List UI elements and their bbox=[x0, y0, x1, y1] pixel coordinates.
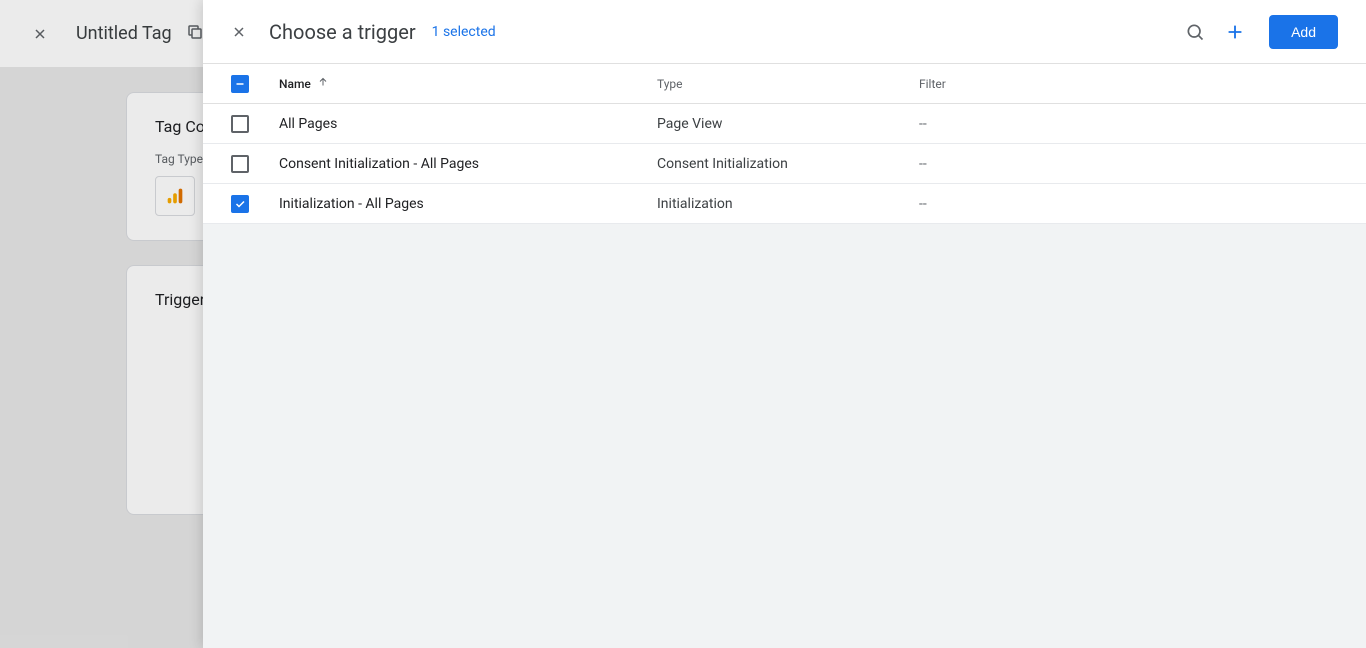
row-type: Consent Initialization bbox=[657, 156, 919, 172]
row-type: Page View bbox=[657, 116, 919, 132]
row-name: All Pages bbox=[279, 116, 657, 132]
choose-trigger-panel: Choose a trigger 1 selected Add Name Typ… bbox=[203, 0, 1366, 648]
selected-count: 1 selected bbox=[432, 24, 496, 40]
plus-icon[interactable] bbox=[1215, 12, 1255, 52]
column-filter-header[interactable]: Filter bbox=[919, 77, 1366, 91]
table-row[interactable]: Consent Initialization - All PagesConsen… bbox=[203, 144, 1366, 184]
table-row[interactable]: Initialization - All PagesInitialization… bbox=[203, 184, 1366, 224]
table-body: All PagesPage View--Consent Initializati… bbox=[203, 104, 1366, 224]
row-filter: -- bbox=[919, 116, 1366, 132]
row-name: Consent Initialization - All Pages bbox=[279, 156, 657, 172]
sort-arrow-up-icon bbox=[317, 76, 329, 91]
search-icon[interactable] bbox=[1175, 12, 1215, 52]
panel-header: Choose a trigger 1 selected Add bbox=[203, 0, 1366, 64]
table-header: Name Type Filter bbox=[203, 64, 1366, 104]
close-icon[interactable] bbox=[227, 20, 251, 44]
row-type: Initialization bbox=[657, 196, 919, 212]
row-name: Initialization - All Pages bbox=[279, 196, 657, 212]
row-checkbox[interactable] bbox=[231, 195, 249, 213]
select-all-checkbox[interactable] bbox=[231, 75, 249, 93]
add-button[interactable]: Add bbox=[1269, 15, 1338, 49]
table-row[interactable]: All PagesPage View-- bbox=[203, 104, 1366, 144]
panel-title: Choose a trigger bbox=[269, 20, 416, 44]
row-checkbox[interactable] bbox=[231, 115, 249, 133]
row-filter: -- bbox=[919, 196, 1366, 212]
column-type-header[interactable]: Type bbox=[657, 77, 919, 91]
column-name-label: Name bbox=[279, 77, 311, 91]
row-checkbox[interactable] bbox=[231, 155, 249, 173]
row-filter: -- bbox=[919, 156, 1366, 172]
column-name-header[interactable]: Name bbox=[279, 76, 657, 91]
